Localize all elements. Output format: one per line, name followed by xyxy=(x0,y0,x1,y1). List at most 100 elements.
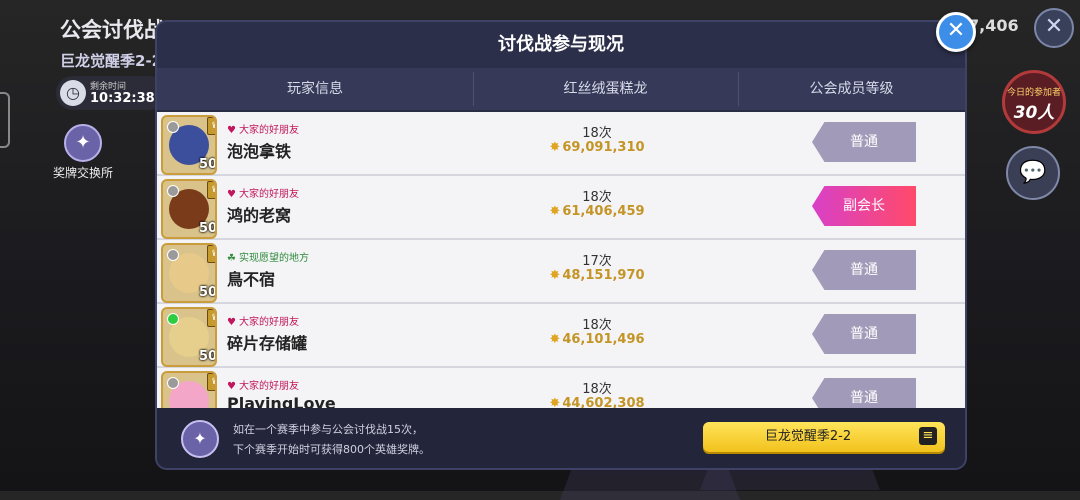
modal-footer: ✦ 如在一个赛季中参与公会讨伐战15次， 下个赛季开始时可获得800个英雄奖牌。… xyxy=(157,408,965,468)
rank-badge-icon: ♛ xyxy=(207,373,215,391)
column-header-player: 玩家信息 xyxy=(157,68,473,110)
player-name: 鸿的老窝 xyxy=(227,206,292,225)
menu-icon: ≡ xyxy=(919,427,937,445)
member-rank-badge: 普通 xyxy=(812,314,916,354)
season-subtitle: 巨龙觉醒季2-2 xyxy=(60,52,163,70)
table-row[interactable]: ♛50♥大家的好朋友泡泡拿铁18次✸69,091,310普通 xyxy=(157,112,965,176)
clock-icon: ◷ xyxy=(60,80,86,106)
player-title-tag: ♥ 大家的好朋友 xyxy=(227,185,299,200)
participation-modal: 讨伐战参与现况 玩家信息 红丝绒蛋糕龙 公会成员等级 ♛50♥大家的好朋友泡泡拿… xyxy=(157,22,965,468)
heart-icon: ♥ xyxy=(227,317,236,328)
damage-total: ✸ 46,101,496 xyxy=(537,332,657,347)
avatar[interactable]: ♛ 50 xyxy=(161,179,217,239)
medal-shop-button[interactable]: ✦ 奖牌交换所 xyxy=(50,124,116,181)
rank-badge-icon: ♛ xyxy=(207,245,215,263)
member-rank-badge: 普通 xyxy=(812,378,916,408)
timer-value: 10:32:38 xyxy=(90,91,155,106)
attempt-count: 18次 xyxy=(582,382,612,397)
clover-icon: ☘ xyxy=(227,253,236,264)
screen-close-button[interactable]: ✕ xyxy=(1034,8,1074,48)
online-status-indicator xyxy=(167,185,179,197)
rank-badge-icon: ♛ xyxy=(207,117,215,135)
table-row[interactable]: ♛50☘实现愿望的地方鳥不宿17次✸48,151,970普通 xyxy=(157,240,965,304)
rank-badge-icon: ♛ xyxy=(207,309,215,327)
player-title-tag: ♥ 大家的好朋友 xyxy=(227,313,299,328)
damage-value: 69,091,310 xyxy=(562,140,645,155)
damage-icon: ✸ xyxy=(549,204,561,219)
damage-total: ✸ 44,602,308 xyxy=(537,396,657,408)
player-title-tag: ♥ 大家的好朋友 xyxy=(227,377,299,392)
attempt-count: 18次 xyxy=(582,126,612,141)
damage-total: ✸ 61,406,459 xyxy=(537,204,657,219)
player-title-text: 大家的好朋友 xyxy=(238,189,299,200)
damage-value: 44,602,308 xyxy=(562,396,645,408)
avatar[interactable]: ♛ 50 xyxy=(161,243,217,303)
heart-icon: ♥ xyxy=(227,125,236,136)
remaining-time-panel: ◷ 剩余时间 10:32:38 xyxy=(56,76,166,110)
participant-list[interactable]: ♛50♥大家的好朋友泡泡拿铁18次✸69,091,310普通♛50♥大家的好朋友… xyxy=(157,112,965,408)
player-title-text: 大家的好朋友 xyxy=(238,125,299,136)
column-header-rank: 公会成员等级 xyxy=(738,68,965,110)
member-rank-badge: 普通 xyxy=(812,122,916,162)
player-title-text: 大家的好朋友 xyxy=(238,381,299,392)
damage-icon: ✸ xyxy=(549,332,561,347)
season-select-label: 巨龙觉醒季2-2 xyxy=(764,429,852,444)
avatar[interactable]: ♛ xyxy=(161,371,217,408)
table-row[interactable]: ♛♥大家的好朋友PlayingLove18次✸44,602,308普通 xyxy=(157,368,965,408)
chat-button[interactable]: 💬 xyxy=(1006,146,1060,200)
player-level: 50 xyxy=(199,221,217,236)
medal-icon: ✦ xyxy=(64,124,102,162)
player-name: 鳥不宿 xyxy=(227,270,276,289)
online-status-indicator xyxy=(167,313,179,325)
player-name: 泡泡拿铁 xyxy=(227,142,292,161)
damage-value: 46,101,496 xyxy=(562,332,645,347)
modal-title: 讨伐战参与现况 xyxy=(157,22,965,68)
damage-total: ✸ 48,151,970 xyxy=(537,268,657,283)
footer-line-1: 如在一个赛季中参与公会讨伐战15次， xyxy=(233,423,423,436)
column-divider xyxy=(738,72,739,106)
player-title-tag: ♥ 大家的好朋友 xyxy=(227,121,299,136)
page-title: 公会讨伐战 xyxy=(60,18,165,42)
player-level: 50 xyxy=(199,349,217,364)
side-drawer-tab[interactable] xyxy=(0,92,10,148)
participants-label: 今日的参加者 xyxy=(1006,88,1061,98)
attempt-count: 18次 xyxy=(582,190,612,205)
attempt-count: 18次 xyxy=(582,318,612,333)
chat-icon: 💬 xyxy=(1019,160,1047,185)
medal-shop-label: 奖牌交换所 xyxy=(52,166,113,180)
member-rank-badge: 副会长 xyxy=(812,186,916,226)
modal-close-button[interactable]: ✕ xyxy=(936,12,976,52)
table-row[interactable]: ♛50♥大家的好朋友碎片存储罐18次✸46,101,496普通 xyxy=(157,304,965,368)
heart-icon: ♥ xyxy=(227,189,236,200)
damage-icon: ✸ xyxy=(549,396,561,408)
season-select-button[interactable]: 巨龙觉醒季2-2 ≡ xyxy=(703,422,945,452)
footer-note: 如在一个赛季中参与公会讨伐战15次， 下个赛季开始时可获得800个英雄奖牌。 xyxy=(233,420,430,460)
avatar[interactable]: ♛ 50 xyxy=(161,115,217,175)
player-title-text: 实现愿望的地方 xyxy=(238,253,309,264)
player-title-text: 大家的好朋友 xyxy=(238,317,299,328)
attempt-count: 17次 xyxy=(582,254,612,269)
heart-icon: ♥ xyxy=(227,381,236,392)
player-name: PlayingLove xyxy=(227,394,336,408)
column-divider xyxy=(473,72,474,106)
table-row[interactable]: ♛50♥大家的好朋友鸿的老窝18次✸61,406,459副会长 xyxy=(157,176,965,240)
player-name: 碎片存储罐 xyxy=(227,334,308,353)
player-level: 50 xyxy=(199,157,217,172)
rank-badge-icon: ♛ xyxy=(207,181,215,199)
footer-line-2: 下个赛季开始时可获得800个英雄奖牌。 xyxy=(233,443,430,456)
player-level: 50 xyxy=(199,285,217,300)
online-status-indicator xyxy=(167,249,179,261)
participants-badge: 今日的参加者 30人 xyxy=(1002,70,1066,134)
member-rank-badge: 普通 xyxy=(812,250,916,290)
damage-value: 61,406,459 xyxy=(562,204,645,219)
medal-icon: ✦ xyxy=(181,420,219,458)
damage-value: 48,151,970 xyxy=(562,268,645,283)
damage-icon: ✸ xyxy=(549,268,561,283)
player-title-tag: ☘ 实现愿望的地方 xyxy=(227,249,309,264)
online-status-indicator xyxy=(167,377,179,389)
participants-count: 30人 xyxy=(1013,103,1055,123)
damage-total: ✸ 69,091,310 xyxy=(537,140,657,155)
avatar[interactable]: ♛ 50 xyxy=(161,307,217,367)
damage-icon: ✸ xyxy=(549,140,561,155)
online-status-indicator xyxy=(167,121,179,133)
